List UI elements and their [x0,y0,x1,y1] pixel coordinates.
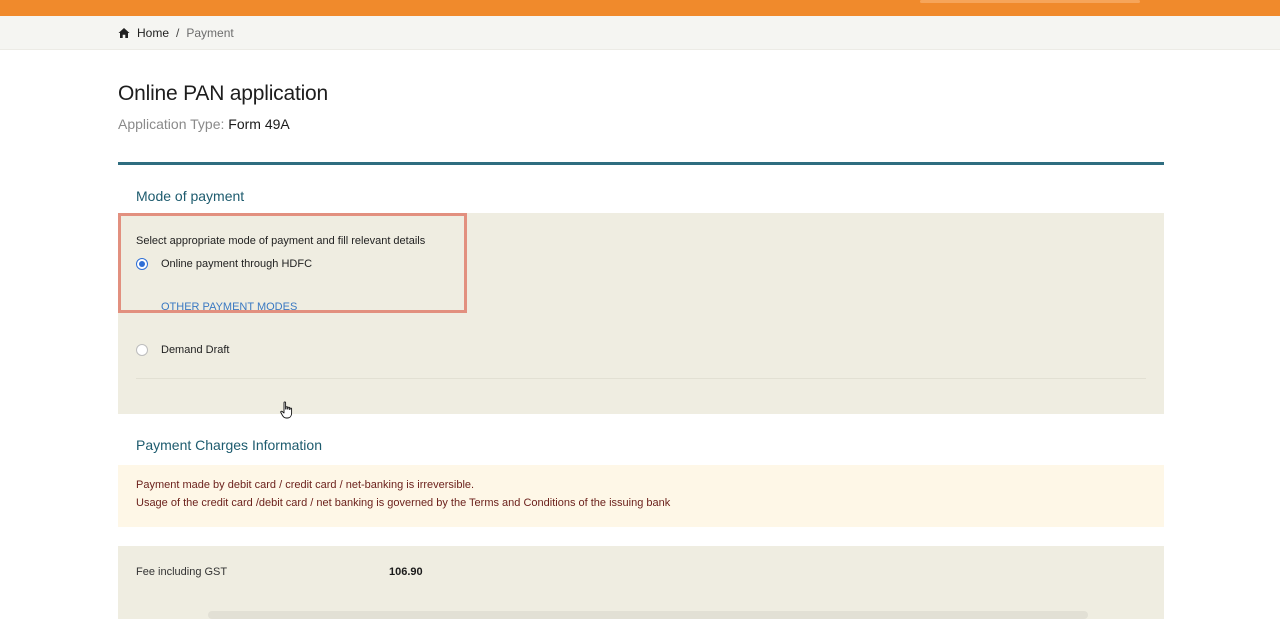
breadcrumb-home-link[interactable]: Home [137,26,169,40]
fee-panel: Fee including GST 106.90 [118,546,1164,619]
notice-line-terms: Usage of the credit card /debit card / n… [136,497,671,509]
top-header-bar [0,0,1280,16]
breadcrumb-separator: / [176,26,180,40]
demand-draft-radio[interactable] [136,344,148,356]
payment-notice: Payment made by debit card / credit card… [118,465,1164,527]
application-type-value: Form 49A [228,116,290,132]
highlight-box [118,213,467,313]
notice-line-irreversible: Payment made by debit card / credit card… [136,479,475,491]
demand-draft-label: Demand Draft [161,344,230,356]
option-demand-draft[interactable]: Demand Draft [136,344,229,356]
application-type-label: Application Type: [118,116,225,132]
panel-divider [136,378,1146,379]
hand-cursor-icon [280,401,293,419]
fee-value: 106.90 [389,566,423,578]
mode-of-payment-heading: Mode of payment [136,188,245,204]
section-divider [118,162,1164,165]
home-icon[interactable] [118,27,130,39]
application-type: Application Type: Form 49A [118,116,290,132]
header-decoration [920,0,1140,3]
page-title: Online PAN application [118,82,328,105]
fee-label: Fee including GST [136,566,228,578]
payment-charges-heading: Payment Charges Information [136,437,322,453]
breadcrumb-current: Payment [186,26,234,40]
breadcrumb: Home / Payment [118,26,234,40]
breadcrumb-bar: Home / Payment [0,16,1280,50]
fee-panel-shadow [208,611,1088,619]
